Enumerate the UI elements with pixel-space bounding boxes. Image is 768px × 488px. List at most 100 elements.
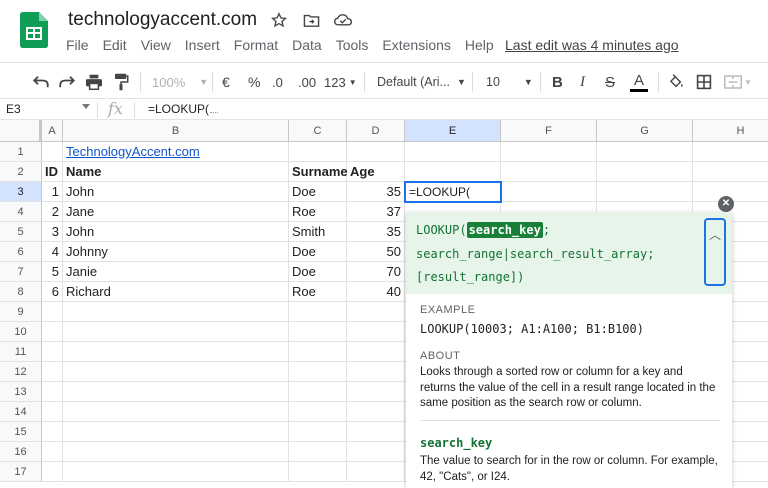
grid-cell[interactable] [42,142,63,162]
grid-cell[interactable] [501,162,597,182]
row-header[interactable]: 14 [0,402,42,422]
active-cell-e3[interactable]: =LOOKUP( [404,181,502,203]
cell-b6[interactable]: Johnny [63,242,289,262]
print-icon[interactable] [85,63,103,101]
grid-cell[interactable] [597,162,693,182]
cell-c8[interactable]: Roe [289,282,347,302]
row-header[interactable]: 9 [0,302,42,322]
menu-tools[interactable]: Tools [336,36,369,54]
cell-c2[interactable]: Surname [289,162,348,182]
grid-cell[interactable] [63,442,289,462]
column-header-g[interactable]: G [597,120,693,142]
grid-cell[interactable] [289,422,347,442]
cell-a5[interactable]: 3 [42,222,63,242]
grid-cell[interactable] [289,142,347,162]
menu-help[interactable]: Help [465,36,494,54]
grid-cell[interactable] [693,142,768,162]
select-all-corner[interactable] [0,120,42,142]
column-header-e[interactable]: E [405,120,501,142]
grid-cell[interactable] [347,322,405,342]
grid-cell[interactable] [347,462,405,482]
column-header-h[interactable]: H [693,120,768,142]
cell-d2[interactable]: Age [347,162,405,182]
column-header-f[interactable]: F [501,120,597,142]
star-icon[interactable] [268,9,290,31]
grid-cell[interactable] [347,362,405,382]
grid-cell[interactable] [289,462,347,482]
grid-cell[interactable] [63,402,289,422]
grid-cell[interactable] [347,142,405,162]
column-header-b[interactable]: B [63,120,289,142]
grid-cell[interactable] [597,142,693,162]
row-header[interactable]: 11 [0,342,42,362]
menu-file[interactable]: File [66,36,89,54]
row-header[interactable]: 10 [0,322,42,342]
grid-cell[interactable] [289,362,347,382]
cell-a3[interactable]: 1 [42,182,63,202]
menu-edit[interactable]: Edit [103,36,127,54]
menu-format[interactable]: Format [234,36,278,54]
row-header[interactable]: 4 [0,202,42,222]
cell-c6[interactable]: Doe [289,242,347,262]
row-header[interactable]: 15 [0,422,42,442]
grid-cell[interactable] [597,182,693,202]
column-header-d[interactable]: D [347,120,405,142]
grid-cell[interactable] [289,442,347,462]
chevron-down-icon[interactable] [82,104,90,109]
redo-icon[interactable] [58,63,76,101]
cell-b8[interactable]: Richard [63,282,289,302]
grid-cell[interactable] [347,402,405,422]
grid-cell[interactable] [42,362,63,382]
grid-cell[interactable] [63,322,289,342]
cell-c5[interactable]: Smith [289,222,347,242]
grid-cell[interactable] [42,322,63,342]
document-title[interactable]: technologyaccent.com [68,9,257,31]
grid-cell[interactable] [289,342,347,362]
menu-data[interactable]: Data [292,36,322,54]
menu-extensions[interactable]: Extensions [382,36,450,54]
grid-cell[interactable] [42,442,63,462]
paint-format-icon[interactable] [113,63,129,101]
percent-button[interactable]: % [248,63,260,101]
name-box[interactable]: E3 [6,102,21,116]
text-color-button[interactable]: A [630,63,648,101]
grid-cell[interactable] [347,442,405,462]
grid-cell[interactable] [347,422,405,442]
grid-cell[interactable] [289,322,347,342]
grid-cell[interactable] [42,422,63,442]
row-header[interactable]: 2 [0,162,42,182]
cell-c7[interactable]: Doe [289,262,347,282]
grid-cell[interactable] [63,462,289,482]
cell-d7[interactable]: 70 [347,262,405,282]
close-icon[interactable]: ✕ [718,196,734,212]
grid-cell[interactable] [63,342,289,362]
row-header[interactable]: 8 [0,282,42,302]
cell-b3[interactable]: John [63,182,289,202]
collapse-help-button[interactable]: ︿ [704,218,726,286]
menu-insert[interactable]: Insert [185,36,220,54]
increase-decimal-button[interactable]: .00 [298,63,316,101]
grid-cell[interactable] [289,302,347,322]
formula-input[interactable]: =LOOKUP( [148,102,219,116]
cell-a7[interactable]: 5 [42,262,63,282]
italic-button[interactable]: I [580,63,585,101]
grid-cell[interactable] [42,462,63,482]
row-header[interactable]: 17 [0,462,42,482]
grid-cell[interactable] [693,162,768,182]
more-formats-button[interactable]: 123 ▼ [324,63,357,101]
cell-b5[interactable]: John [63,222,289,242]
grid-cell[interactable] [42,382,63,402]
cell-b7[interactable]: Janie [63,262,289,282]
cell-d5[interactable]: 35 [347,222,405,242]
cell-a4[interactable]: 2 [42,202,63,222]
grid-cell[interactable] [501,142,597,162]
grid-cell[interactable] [63,302,289,322]
cell-d8[interactable]: 40 [347,282,405,302]
bold-button[interactable]: B [552,63,563,101]
move-to-folder-icon[interactable] [300,9,322,31]
grid-cell[interactable] [63,382,289,402]
font-size-select[interactable]: 10 ▼ [486,63,533,101]
column-header-a[interactable]: A [42,120,63,142]
decrease-decimal-button[interactable]: .0 [272,63,283,101]
cell-b1[interactable]: TechnologyAccent.com [63,142,289,162]
